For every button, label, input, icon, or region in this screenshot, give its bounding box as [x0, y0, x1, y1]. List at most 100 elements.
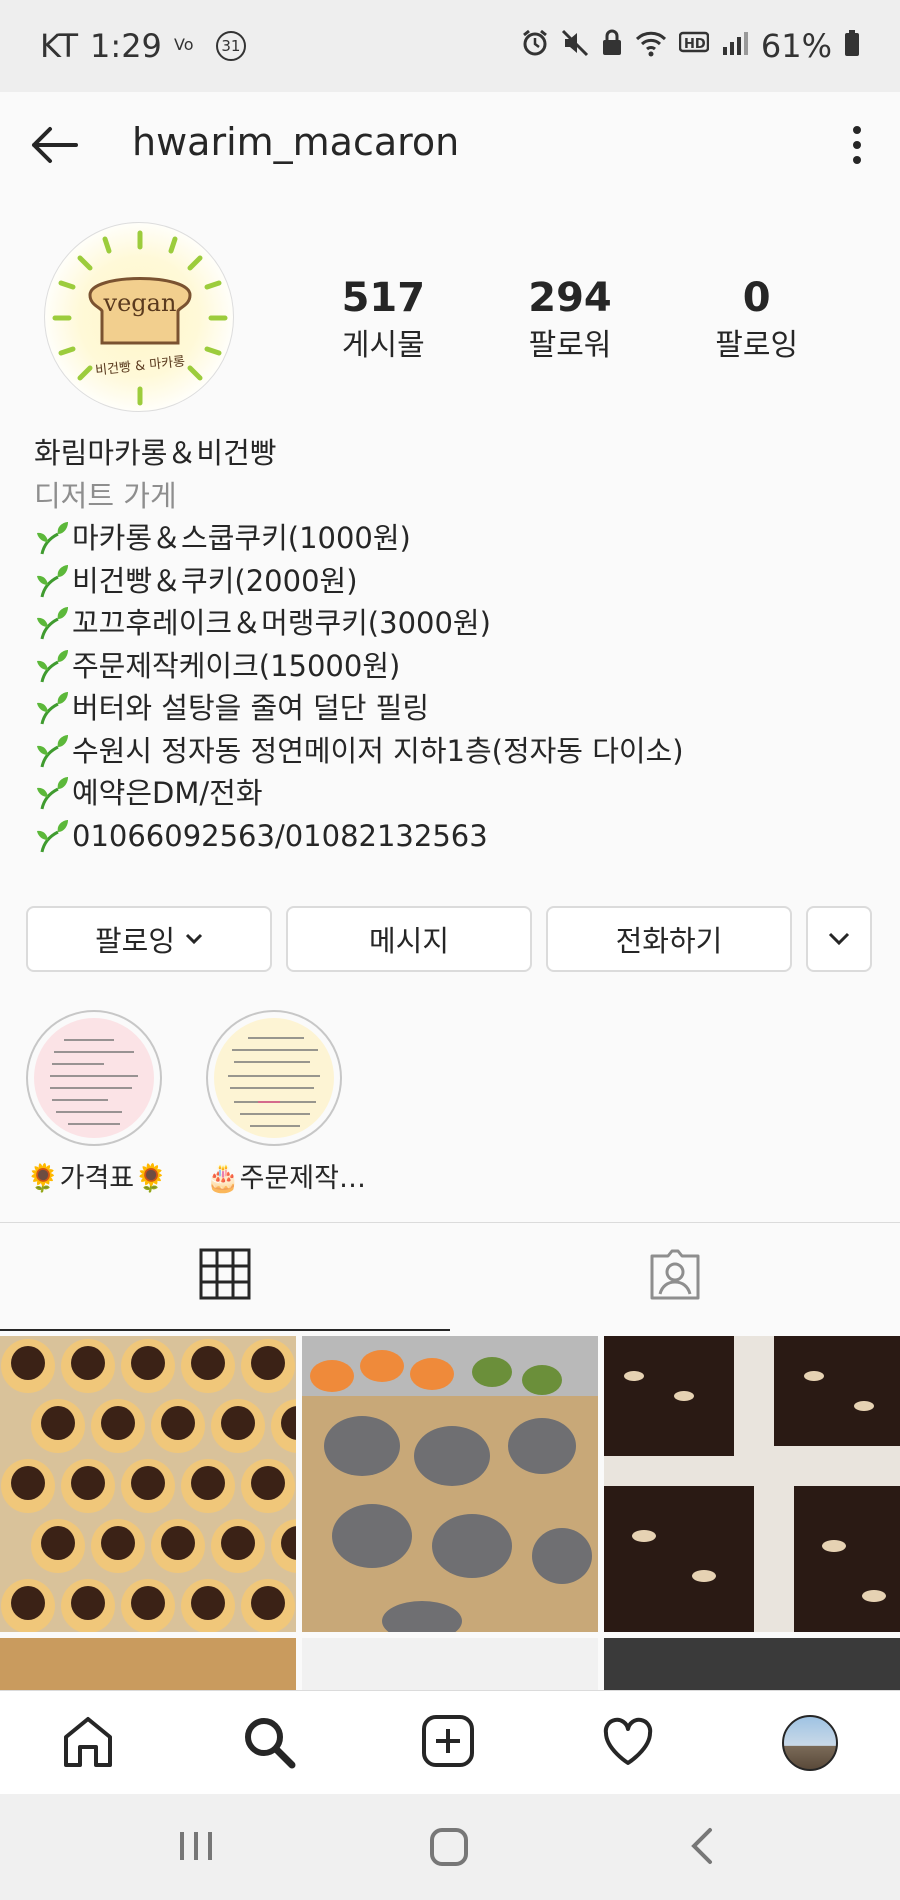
profile-username: hwarim_macaron: [132, 120, 460, 164]
post-thumbnail[interactable]: [0, 1638, 296, 1690]
nav-home[interactable]: [58, 1713, 118, 1773]
posts-label: 게시물: [341, 328, 425, 363]
battery-label: 61%: [760, 27, 832, 65]
message-button[interactable]: 메시지: [286, 906, 532, 972]
nav-activity[interactable]: [598, 1713, 658, 1773]
following-button[interactable]: 팔로잉: [26, 906, 272, 972]
bio-text: 비건빵＆쿠키(2000원): [72, 563, 358, 598]
bio-line: 01066092563/01082132563: [34, 815, 874, 858]
chocolate-dome-shape: [71, 1586, 105, 1620]
volte-icon: Vo: [174, 30, 204, 63]
bio-text: 꼬끄후레이크＆머랭쿠키(3000원): [72, 606, 491, 640]
posts-count: 517: [341, 275, 426, 321]
chocolate-dome-shape: [11, 1586, 45, 1620]
followers-label: 팔로워: [528, 328, 612, 363]
brownie-photo-image: [604, 1336, 900, 1632]
highlight-note-image: [228, 1037, 320, 1127]
call-button[interactable]: 전화하기: [546, 906, 792, 972]
posts-stat[interactable]: 517 게시물: [290, 270, 477, 366]
post-thumbnail[interactable]: [302, 1336, 598, 1641]
sprout-icon: [34, 605, 70, 641]
followers-count: 294: [528, 275, 612, 321]
call-button-label: 전화하기: [615, 924, 723, 958]
chevron-down-icon: [828, 932, 850, 946]
profile-display-name: 화림마카롱＆비건빵: [34, 436, 277, 470]
bio-phone-text[interactable]: 01066092563/01082132563: [72, 815, 488, 858]
nav-profile[interactable]: [780, 1713, 840, 1773]
message-button-label: 메시지: [368, 924, 450, 958]
heart-icon: [600, 1713, 656, 1773]
back-arrow-icon[interactable]: [26, 117, 82, 173]
profile-header: hwarim_macaron: [0, 92, 900, 197]
following-count: 0: [742, 275, 771, 321]
back-button-icon[interactable]: [684, 1826, 724, 1870]
more-options-icon[interactable]: [842, 122, 872, 168]
chocolate-dome-shape: [191, 1466, 225, 1500]
tab-posts-grid[interactable]: [0, 1223, 450, 1331]
following-stat[interactable]: 0 팔로잉: [663, 270, 850, 366]
chocolate-dome-shape: [221, 1526, 255, 1560]
profile-action-buttons: 팔로잉 메시지 전화하기: [26, 906, 874, 972]
profile-avatar[interactable]: vegan 비건빵 & 마카롱: [44, 222, 234, 412]
nav-search[interactable]: [238, 1713, 298, 1773]
sprout-icon: [34, 775, 70, 811]
hd-icon: HD: [678, 27, 710, 65]
tab-tagged[interactable]: [450, 1223, 900, 1331]
highlight-ring: [206, 1010, 342, 1146]
home-button-icon[interactable]: [428, 1826, 470, 1872]
bio-line: 버터와 설탕을 줄여 덜단 필링: [34, 687, 874, 730]
highlight-cover: [34, 1018, 154, 1138]
chocolate-dome-shape: [11, 1466, 45, 1500]
bio-line: 주문제작케이크(15000원): [34, 645, 874, 688]
bio-text: 예약은DM/전화: [72, 776, 263, 810]
chocolate-dome-shape: [41, 1406, 75, 1440]
story-highlight-price[interactable]: 🌻가격표🌻: [26, 1010, 168, 1195]
svg-text:Vo: Vo: [174, 35, 194, 54]
bio-text: 버터와 설탕을 줄여 덜단 필링: [72, 691, 430, 725]
bio-text: 주문제작케이크(15000원): [72, 648, 401, 683]
followers-stat[interactable]: 294 팔로워: [477, 270, 664, 366]
profile-avatar-icon: [782, 1715, 838, 1771]
chocolate-dome-shape: [131, 1466, 165, 1500]
profile-bio: 화림마카롱＆비건빵 디저트 가게 마카롱＆스쿱쿠키(1000원) 비건빵＆쿠키(…: [34, 432, 874, 857]
sprout-icon: [34, 563, 70, 599]
recent-apps-icon[interactable]: [176, 1826, 216, 1870]
chocolate-dome-shape: [71, 1346, 105, 1380]
profile-tabs: [0, 1222, 900, 1331]
sprout-icon: [34, 690, 70, 726]
bio-line: 비건빵＆쿠키(2000원): [34, 560, 874, 603]
chocolate-dome-shape: [251, 1346, 285, 1380]
chocolate-dome-shape: [101, 1406, 135, 1440]
following-button-label: 팔로잉: [94, 924, 176, 958]
chevron-down-icon: [185, 933, 203, 945]
avatar-logo-text: vegan: [103, 289, 177, 317]
chocolate-dome-shape: [251, 1586, 285, 1620]
system-navigation-bar: [0, 1794, 900, 1900]
mute-icon: [561, 27, 589, 65]
highlight-cover: [214, 1018, 334, 1138]
search-icon: [240, 1713, 296, 1773]
clock: 1:29: [90, 27, 162, 65]
bio-text: 수원시 정자동 정연메이저 지하1층(정자동 다이소): [72, 733, 684, 768]
status-bar: KT 1:29 Vo 31 HD 61%: [0, 0, 900, 92]
chocolate-dome-shape: [71, 1466, 105, 1500]
sprout-icon: [34, 733, 70, 769]
lock-icon: [601, 27, 623, 65]
chocolate-dome-shape: [131, 1586, 165, 1620]
story-highlight-custom-order[interactable]: 🎂주문제작…: [206, 1010, 366, 1195]
alarm-icon: [521, 27, 549, 65]
chocolate-dome-shape: [101, 1526, 135, 1560]
macaron-photo-image: [0, 1336, 325, 1633]
cookie-tray-photo-image: [302, 1336, 598, 1641]
post-thumbnail[interactable]: [604, 1336, 900, 1632]
bio-line: 마카롱＆스쿱쿠키(1000원): [34, 517, 874, 560]
highlight-label: 🎂주문제작…: [206, 1163, 366, 1194]
bio-line: 꼬끄후레이크＆머랭쿠키(3000원): [34, 602, 874, 645]
nav-add-post[interactable]: [418, 1713, 478, 1773]
sprout-icon: [34, 818, 70, 854]
chocolate-dome-shape: [161, 1526, 195, 1560]
post-thumbnail[interactable]: [604, 1638, 900, 1690]
suggested-accounts-button[interactable]: [806, 906, 872, 972]
post-thumbnail[interactable]: [302, 1638, 598, 1690]
post-thumbnail[interactable]: [0, 1336, 325, 1633]
